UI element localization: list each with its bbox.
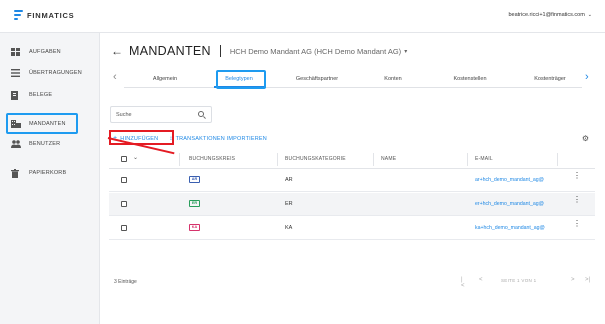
sidebar-item-label: BENUTZER bbox=[29, 141, 61, 147]
dashboard-icon bbox=[11, 48, 20, 56]
sidebar-item-label: ÜBERTRAGUNGEN bbox=[29, 70, 82, 76]
tab-kostentraeger[interactable]: Kostenträger bbox=[520, 76, 580, 82]
page-header: ← MANDANTEN HCH Demo Mandant AG (HCH Dem… bbox=[111, 44, 407, 58]
chevron-down-icon[interactable]: ⌄ bbox=[133, 154, 138, 161]
chevron-down-icon: ▾ bbox=[404, 48, 408, 55]
column-header-name[interactable]: NAME bbox=[381, 156, 396, 162]
buchungskategorie-cell: AR bbox=[285, 177, 293, 183]
column-divider bbox=[373, 153, 374, 166]
tab-underline bbox=[124, 87, 582, 88]
table-row[interactable]: ER ER er+hch_demo_mandant_ag@ ⋮ bbox=[109, 193, 595, 216]
tab-allgemein[interactable]: Allgemein bbox=[140, 76, 190, 82]
entry-count: 3 Einträge bbox=[114, 279, 137, 285]
tab-konten[interactable]: Konten bbox=[368, 76, 418, 82]
mandant-selector[interactable]: HCH Demo Mandant AG (HCH Demo Mandant AG… bbox=[230, 47, 407, 56]
top-bar: FINMATICS beatrice.ricci+1@finmatics.com… bbox=[0, 0, 605, 33]
chevron-right-icon[interactable]: › bbox=[585, 71, 589, 83]
row-checkbox[interactable] bbox=[121, 177, 127, 183]
search-icon bbox=[198, 111, 204, 117]
buchungskategorie-cell: KA bbox=[285, 225, 293, 231]
first-page-icon[interactable]: |< bbox=[461, 277, 465, 289]
finmatics-logo[interactable]: FINMATICS bbox=[14, 10, 74, 21]
tab-geschaeftspartner[interactable]: Geschäftspartner bbox=[282, 76, 352, 82]
list-icon bbox=[11, 69, 20, 77]
select-all-checkbox[interactable] bbox=[121, 156, 127, 162]
buchungskreis-badge: KA bbox=[189, 224, 200, 231]
users-icon bbox=[11, 140, 21, 148]
sidebar: AUFGABEN ÜBERTRAGUNGEN BELEGE MANDANTEN … bbox=[0, 33, 100, 324]
user-menu[interactable]: beatrice.ricci+1@finmatics.com ⌄ bbox=[508, 12, 592, 18]
user-email: beatrice.ricci+1@finmatics.com bbox=[508, 12, 585, 18]
more-options-icon[interactable]: ⋮ bbox=[573, 220, 581, 228]
more-options-icon[interactable]: ⋮ bbox=[573, 172, 581, 180]
table-header: ⌄ BUCHUNGSKREIS BUCHUNGSKATEGORIE NAME E… bbox=[109, 150, 595, 169]
logo-icon bbox=[14, 10, 23, 21]
gear-icon[interactable]: ⚙ bbox=[582, 134, 589, 143]
sidebar-item-label: BELEGE bbox=[29, 92, 53, 98]
column-header-buchungskategorie[interactable]: BUCHUNGSKATEGORIE bbox=[285, 156, 346, 162]
row-checkbox[interactable] bbox=[121, 201, 127, 207]
chevron-left-icon[interactable]: ‹ bbox=[113, 71, 117, 83]
email-cell[interactable]: er+hch_demo_mandant_ag@ bbox=[475, 201, 544, 207]
sidebar-item-label: AUFGABEN bbox=[29, 49, 61, 55]
table-row[interactable]: AR AR ar+hch_demo_mandant_ag@ ⋮ bbox=[109, 169, 595, 192]
back-arrow-icon[interactable]: ← bbox=[111, 45, 123, 57]
search-input[interactable]: Suche bbox=[110, 106, 212, 123]
brand-name: FINMATICS bbox=[27, 11, 75, 20]
highlight-annotation bbox=[216, 70, 266, 89]
buchungskategorie-cell: ER bbox=[285, 201, 293, 207]
sidebar-item-aufgaben[interactable]: AUFGABEN bbox=[0, 43, 100, 61]
column-divider bbox=[179, 153, 180, 166]
search-placeholder: Suche bbox=[116, 112, 132, 118]
sidebar-item-belege[interactable]: BELEGE bbox=[0, 86, 100, 104]
more-options-icon[interactable]: ⋮ bbox=[573, 196, 581, 204]
import-button-label: TRANSAKTIONEN IMPORTIEREN bbox=[175, 135, 267, 142]
main-content: ← MANDANTEN HCH Demo Mandant AG (HCH Dem… bbox=[100, 33, 605, 324]
sidebar-item-benutzer[interactable]: BENUTZER bbox=[0, 135, 100, 153]
prev-page-icon[interactable]: < bbox=[479, 277, 483, 283]
table-footer: 3 Einträge |< < SEITE 1 VON 1 > >| bbox=[109, 277, 595, 289]
chevron-down-icon: ⌄ bbox=[587, 12, 592, 18]
last-page-icon[interactable]: >| bbox=[585, 277, 590, 283]
column-divider bbox=[467, 153, 468, 166]
import-transactions-button[interactable]: ↕ TRANSAKTIONEN IMPORTIEREN bbox=[169, 136, 267, 142]
sidebar-item-papierkorb[interactable]: PAPIERKORB bbox=[0, 164, 100, 182]
tab-bar: ‹ Allgemein Belegtypen Geschäftspartner … bbox=[110, 69, 595, 91]
buchungskreis-badge: AR bbox=[189, 176, 200, 183]
column-divider bbox=[277, 153, 278, 166]
sidebar-item-label: PAPIERKORB bbox=[29, 170, 67, 176]
column-divider bbox=[557, 153, 558, 166]
email-cell[interactable]: ar+hch_demo_mandant_ag@ bbox=[475, 177, 544, 183]
mandant-name: HCH Demo Mandant AG (HCH Demo Mandant AG… bbox=[229, 46, 402, 56]
page-title: MANDANTEN bbox=[129, 44, 211, 58]
redbox-annotation bbox=[109, 130, 174, 145]
next-page-icon[interactable]: > bbox=[571, 277, 575, 283]
document-icon bbox=[11, 91, 20, 100]
trash-icon bbox=[11, 169, 20, 178]
tab-kostenstellen[interactable]: Kostenstellen bbox=[440, 76, 500, 82]
buchungskreis-badge: ER bbox=[189, 200, 200, 207]
table-row[interactable]: KA KA ka+hch_demo_mandant_ag@ ⋮ bbox=[109, 217, 595, 240]
column-header-buchungskreis[interactable]: BUCHUNGSKREIS bbox=[189, 156, 235, 162]
title-divider bbox=[219, 45, 221, 57]
column-header-email[interactable]: E-MAIL bbox=[475, 156, 493, 162]
highlight-annotation bbox=[6, 113, 78, 134]
sidebar-item-uebertragungen[interactable]: ÜBERTRAGUNGEN bbox=[0, 64, 100, 82]
email-cell[interactable]: ka+hch_demo_mandant_ag@ bbox=[475, 225, 545, 231]
row-checkbox[interactable] bbox=[121, 225, 127, 231]
page-info: SEITE 1 VON 1 bbox=[501, 278, 537, 283]
